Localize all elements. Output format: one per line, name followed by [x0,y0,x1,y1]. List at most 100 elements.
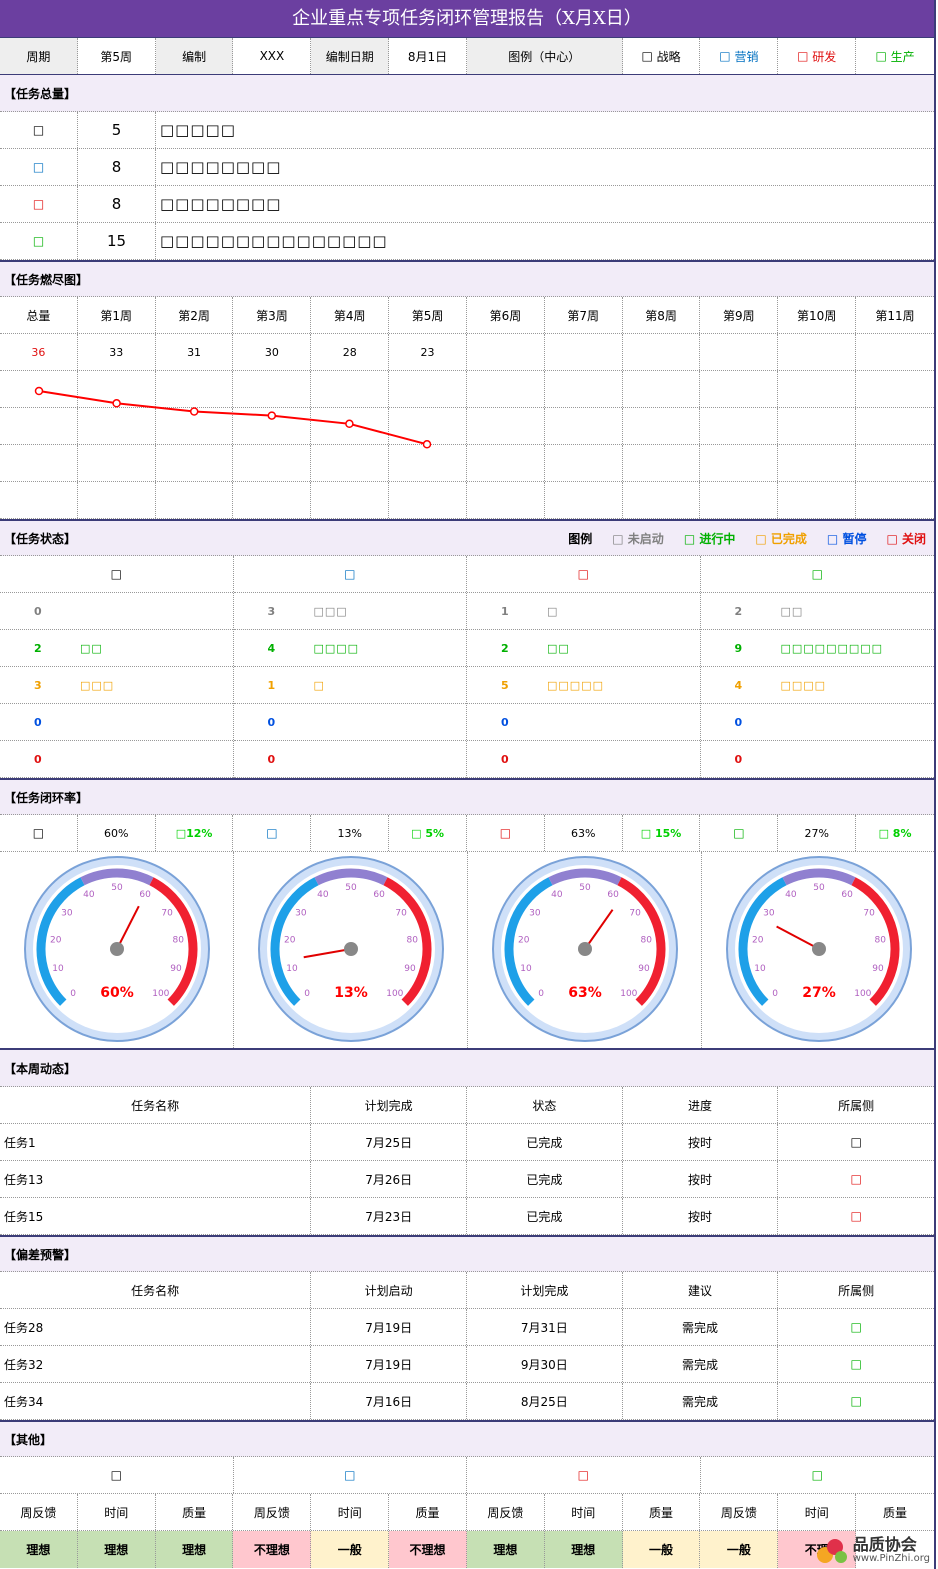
gauge-tick: 10 [52,964,64,974]
status-count: 0 [734,715,743,729]
gauge-tick: 40 [551,890,563,900]
gauge-tick: 60 [139,890,151,900]
closure-rate: 27% [778,815,857,851]
closure-delta: □12% [156,815,234,851]
status-count: 0 [34,715,42,729]
deviation-start: 7月19日 [311,1309,468,1345]
closure-rate: 60% [78,815,156,851]
deviation-row: 任务34 7月16日 8月25日 需完成 □ [0,1383,934,1420]
burndown-values: 36 33 31 30 28 23 [0,334,934,371]
section-other: 【其他】 [0,1420,934,1457]
section-status: 【任务状态】 图例 □ 未启动 □ 进行中 □ 已完成 □ 暂停 □ 关闭 [0,519,934,556]
gauge-tick: 60 [841,890,853,900]
gauge-tick: 30 [529,909,541,919]
gauge-value: 27% [802,985,836,1001]
deviation-end: 8月25日 [467,1383,623,1419]
weekly-progress: 按时 [623,1198,779,1234]
weekly-table: 任务名称 计划完成 状态 进度 所属侧 任务1 7月25日 已完成 按时 □ 任务13 7月26日 已完… [0,1087,934,1235]
status-boxes: □□□ [313,604,348,618]
other-groups: □ □ □ □ [0,1457,934,1494]
deviation-side: □ [850,1357,862,1371]
total-side-icon: □ [0,112,78,148]
gauge-tick: 10 [520,964,532,974]
status-legend-label: 图例 [568,531,593,546]
status-count: 2 [34,641,42,655]
burndown-point [189,407,199,416]
status-column-header: □ [0,556,233,593]
gauge-tick: 0 [70,989,76,999]
total-boxes: □□□□□□□□ [160,195,282,213]
status-row: 0 [233,741,466,778]
total-side-icon: □ [0,149,78,185]
burndown-value [545,334,623,370]
total-boxes: □□□□□□□□□□□□□□□ [160,232,388,250]
gauge-tick: 70 [161,909,173,919]
legend-completed: □ 已完成 [755,531,807,546]
gauge-tick: 80 [407,935,419,945]
gauge-tick: 20 [50,935,62,945]
deviation-end: 7月31日 [467,1309,623,1345]
gauge-tick: 30 [61,909,73,919]
gauge-tick: 60 [607,890,619,900]
other-value: 理想 [77,1531,156,1568]
gauge-tick: 100 [152,989,169,999]
status-column: □ 2 □□ 9 □□□□□□□□□ 4 □□□□ 0 0 [700,556,934,778]
gauge-tick: 80 [875,935,887,945]
burndown-value: 28 [311,334,390,370]
burndown-header: 第6周 [467,297,545,333]
gauge-hub [578,942,592,956]
period-value: 第5周 [78,38,156,74]
closure-side-icon: □ [233,815,312,851]
other-header: 时间 [545,1494,623,1530]
other-group-icon: □ [811,1468,823,1482]
burndown-table: 总量 第1周 第2周 第3周 第4周 第5周 第6周 第7周 第8周 第9周 第10周 第11周 36… [0,297,934,519]
closure-side-icon: □ [467,815,545,851]
gauge-tick: 60 [373,890,385,900]
section-total: 【任务总量】 [0,75,934,112]
burndown-value: 33 [78,334,156,370]
gauge-tick: 90 [170,964,182,974]
date-label: 编制日期 [311,38,390,74]
watermark-name: 品质协会 [852,1534,917,1554]
deviation-header: 计划启动 [311,1272,467,1308]
gauge-tick: 0 [772,989,778,999]
page-title: 企业重点专项任务闭环管理报告（X月X日） [0,0,934,38]
status-count: 2 [734,604,743,618]
status-boxes: □□ [80,641,103,655]
deviation-header: 建议 [623,1272,779,1308]
gauge: 0 10 20 30 40 50 60 70 80 90 100 13% [234,852,468,1048]
status-row: 1 □ [467,593,700,630]
legend-closed: □ 关闭 [886,531,926,546]
gauge-tick: 20 [518,935,530,945]
other-headers: 周反馈 时间 质量 周反馈 时间 质量 周反馈 时间 质量 周反馈 时间 质量 [0,1494,934,1531]
gauge-tick: 20 [284,935,296,945]
totals-table: □ 5 □□□□□ □ 8 □□□□□□□□ □ 8 □□□□□□□□ □ 15 □□□□□□□□□□… [0,112,934,260]
burndown-header: 第7周 [545,297,623,333]
other-value: 理想 [155,1531,234,1568]
status-count: 0 [267,715,276,729]
burndown-value [856,334,934,370]
weekly-row: 任务15 7月23日 已完成 按时 □ [0,1198,934,1235]
gauge-tick: 90 [404,964,416,974]
status-boxes: □□ [547,641,570,655]
weekly-header: 所属侧 [838,1098,875,1113]
weekly-header-row: 任务名称 计划完成 状态 进度 所属侧 [0,1087,934,1124]
gauge-dial: 0 10 20 30 40 50 60 70 80 90 100 60% [24,856,210,1042]
burndown-header: 第11周 [875,308,915,323]
weekly-side: □ [850,1135,862,1149]
status-row: 4 □□□□ [233,630,466,667]
total-side-icon: □ [0,186,78,222]
other-header: 周反馈 [700,1494,779,1530]
status-column-header: □ [700,556,934,593]
weekly-status: 已完成 [467,1161,623,1197]
gauge-tick: 70 [863,909,875,919]
period-label: 周期 [0,38,78,74]
burndown-header: 第10周 [778,297,857,333]
status-boxes: □□□□ [780,678,827,692]
deviation-name: 任务34 [0,1383,312,1419]
burndown-point [267,411,277,420]
gauge-dial: 0 10 20 30 40 50 60 70 80 90 100 63% [492,856,678,1042]
status-count: 3 [34,678,42,692]
deviation-advice: 需完成 [623,1383,779,1419]
weekly-row: 任务1 7月25日 已完成 按时 □ [0,1124,934,1161]
